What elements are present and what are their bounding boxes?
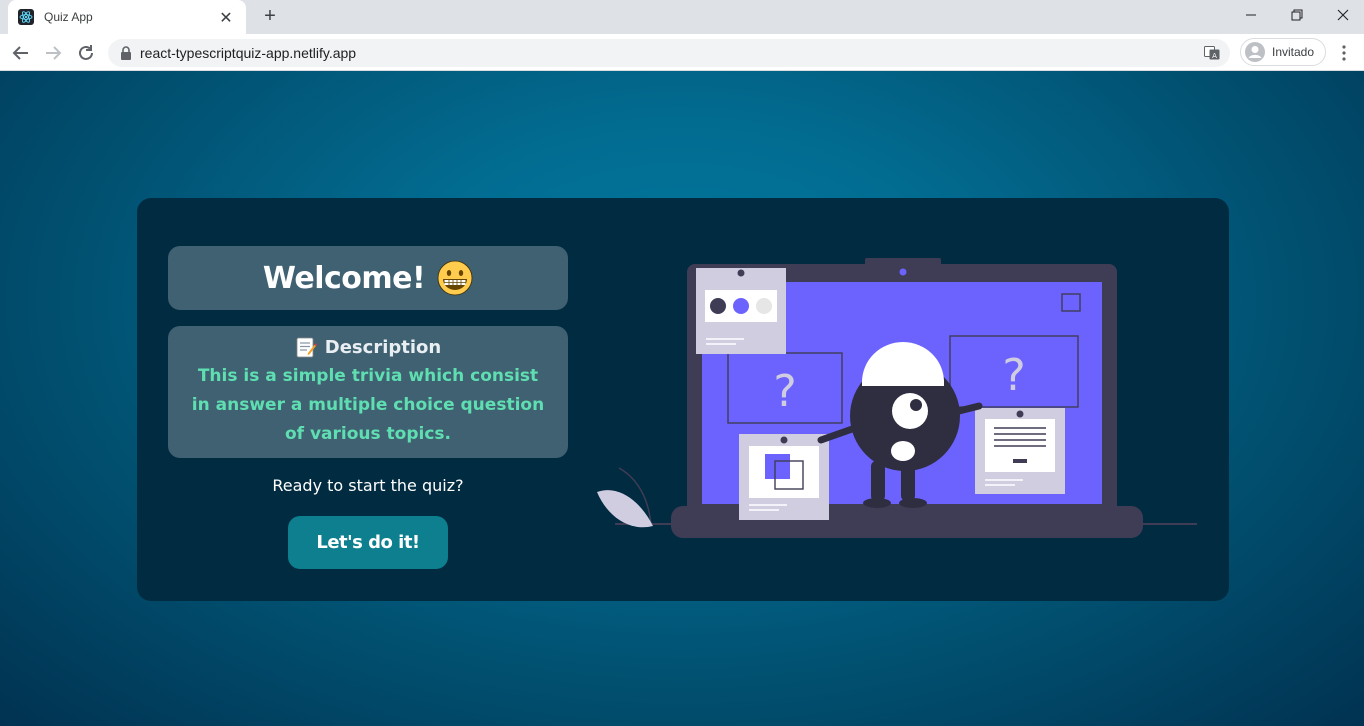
translate-icon[interactable]: A (1204, 45, 1220, 61)
browser-menu-icon[interactable] (1334, 40, 1354, 66)
start-quiz-button[interactable]: Let's do it! (288, 516, 448, 569)
tab-title: Quiz App (44, 10, 93, 24)
welcome-banner: Welcome! (168, 246, 568, 310)
url-text: react-typescriptquiz-app.netlify.app (140, 45, 357, 61)
tab-close-icon[interactable]: ✕ (216, 8, 236, 27)
description-title: Description (324, 336, 442, 358)
description-panel: Description This is a simple trivia whic… (168, 326, 568, 458)
profile-button[interactable]: Invitado (1240, 38, 1326, 66)
ready-prompt: Ready to start the quiz? (272, 476, 464, 495)
profile-label: Invitado (1272, 45, 1315, 59)
close-window-button[interactable] (1320, 0, 1364, 30)
browser-toolbar: react-typescriptquiz-app.netlify.app A I… (0, 34, 1364, 71)
question-mark-right: ? (1002, 350, 1025, 401)
forward-arrow-icon[interactable] (40, 40, 66, 66)
react-favicon-icon (18, 9, 34, 25)
question-mark-left: ? (773, 366, 796, 417)
lock-icon (120, 46, 132, 60)
reload-icon[interactable] (73, 40, 99, 66)
browser-tab[interactable]: Quiz App ✕ (8, 0, 246, 34)
restore-window-button[interactable] (1274, 0, 1320, 30)
quiz-illustration: ? ? (597, 258, 1197, 538)
page-background: Welcome! Description This is a simple tr… (0, 71, 1364, 726)
grinning-face-icon (437, 260, 473, 296)
back-arrow-icon[interactable] (8, 40, 34, 66)
address-bar[interactable]: react-typescriptquiz-app.netlify.app A (108, 39, 1230, 67)
browser-tab-strip: Quiz App ✕ + (0, 0, 1364, 34)
new-tab-button[interactable]: + (258, 5, 282, 29)
memo-icon (296, 337, 317, 358)
quiz-start-card: Welcome! Description This is a simple tr… (137, 198, 1229, 601)
svg-text:A: A (1212, 52, 1217, 60)
page-title: Welcome! (262, 260, 426, 296)
avatar-icon (1244, 41, 1266, 63)
minimize-window-button[interactable] (1228, 0, 1274, 30)
description-text: This is a simple trivia which consist in… (191, 366, 545, 444)
